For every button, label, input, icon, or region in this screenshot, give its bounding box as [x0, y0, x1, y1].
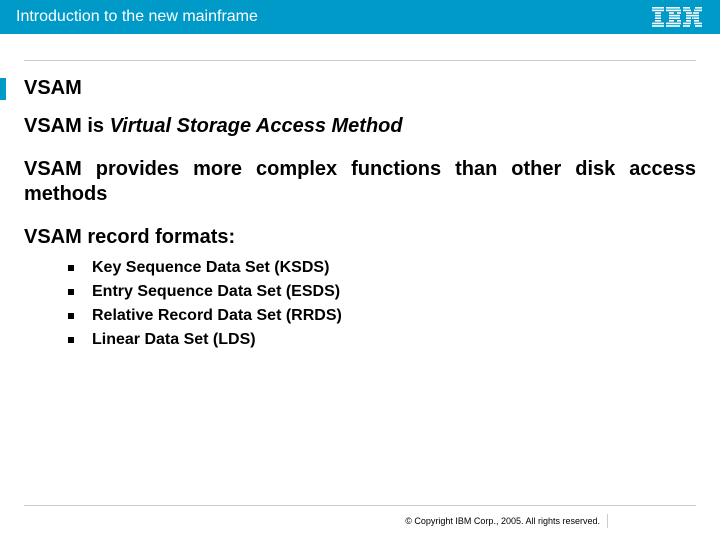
title-accent: [0, 78, 6, 100]
header-title: Introduction to the new mainframe: [16, 8, 258, 26]
divider: [24, 60, 696, 61]
header-bar: Introduction to the new mainframe: [0, 0, 720, 34]
slide-title-row: VSAM: [0, 77, 696, 100]
list-item: Linear Data Set (LDS): [68, 328, 696, 352]
list-item: Entry Sequence Data Set (ESDS): [68, 280, 696, 304]
footer-separator: [607, 514, 608, 528]
para1-emphasis: Virtual Storage Access Method: [110, 115, 403, 137]
para1-prefix: VSAM is: [24, 115, 110, 137]
slide-title: VSAM: [24, 77, 82, 100]
list-item: Relative Record Data Set (RRDS): [68, 304, 696, 328]
copyright-text: © Copyright IBM Corp., 2005. All rights …: [405, 516, 600, 526]
content-area: VSAM VSAM is Virtual Storage Access Meth…: [0, 77, 720, 352]
ibm-logo-icon: [652, 7, 702, 27]
paragraph-definition: VSAM is Virtual Storage Access Method: [24, 114, 696, 139]
list-item: Key Sequence Data Set (KSDS): [68, 256, 696, 280]
footer: © Copyright IBM Corp., 2005. All rights …: [24, 505, 696, 526]
paragraph-formats-heading: VSAM record formats:: [24, 225, 696, 250]
paragraph-description: VSAM provides more complex functions tha…: [24, 157, 696, 207]
record-formats-list: Key Sequence Data Set (KSDS) Entry Seque…: [68, 256, 696, 352]
slide: Introduction to the new mainframe: [0, 0, 720, 540]
footer-divider: [24, 505, 696, 506]
